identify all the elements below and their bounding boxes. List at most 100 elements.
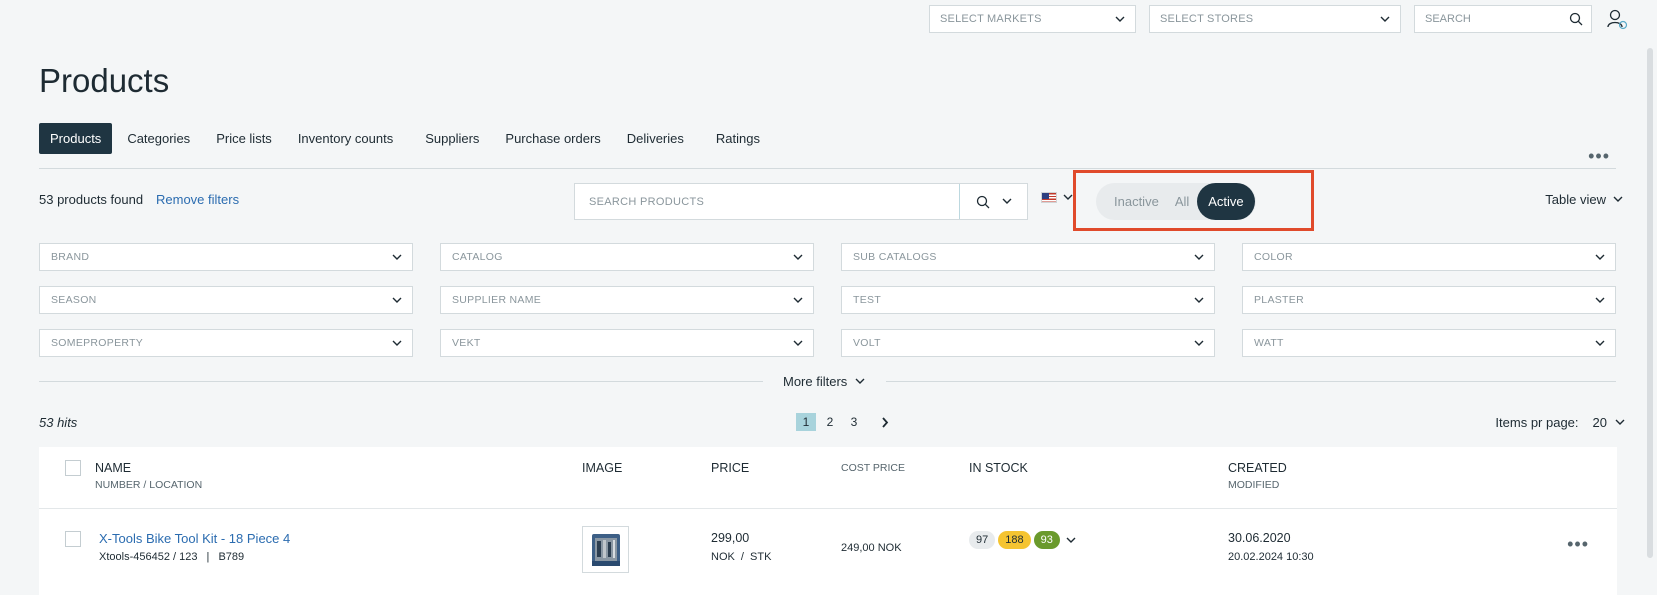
more-filters-label: More filters xyxy=(783,374,848,389)
product-name-link[interactable]: X-Tools Bike Tool Kit - 18 Piece 4 xyxy=(99,531,290,546)
chevron-down-icon xyxy=(1595,340,1605,346)
filter-label: CATALOG xyxy=(452,251,503,263)
tab-bar: Products Categories Price lists Inventor… xyxy=(39,123,775,154)
column-image: IMAGE xyxy=(582,461,623,475)
filter-watt[interactable]: WATT xyxy=(1242,329,1616,357)
page-title: Products xyxy=(39,62,170,99)
chevron-down-icon[interactable] xyxy=(1066,537,1076,544)
select-markets-placeholder: SELECT MARKETS xyxy=(940,13,1042,25)
page-link[interactable]: 3 xyxy=(844,413,864,431)
filter-plaster[interactable]: PLASTER xyxy=(1242,286,1616,314)
row-checkbox[interactable] xyxy=(65,531,81,547)
more-filters-button[interactable]: More filters xyxy=(783,374,865,389)
product-search-input[interactable]: SEARCH PRODUCTS xyxy=(575,184,959,219)
items-per-page: Items pr page: 20 xyxy=(1495,415,1625,430)
column-number-location: NUMBER / LOCATION xyxy=(95,479,203,491)
stock-badges[interactable]: 97 188 93 xyxy=(969,531,1076,549)
tab-ratings[interactable]: Ratings xyxy=(705,123,771,154)
highlight-annotation xyxy=(1073,170,1314,231)
filter-test[interactable]: TEST xyxy=(841,286,1215,314)
search-options-button[interactable] xyxy=(959,184,1027,219)
product-created: 30.06.2020 xyxy=(1228,531,1291,545)
column-cost-price[interactable]: COST PRICE xyxy=(841,462,905,474)
filter-label: PLASTER xyxy=(1254,294,1304,306)
tab-purchase-orders[interactable]: Purchase orders xyxy=(494,123,611,154)
filter-supplier-name[interactable]: SUPPLIER NAME xyxy=(440,286,814,314)
filter-label: TEST xyxy=(853,294,882,306)
product-number: Xtools-456452 / 123 xyxy=(99,551,198,563)
user-account-icon[interactable] xyxy=(1605,7,1629,31)
product-search-placeholder: SEARCH PRODUCTS xyxy=(589,195,705,208)
filter-label: SUPPLIER NAME xyxy=(452,294,542,306)
items-per-page-label: Items pr page: xyxy=(1495,415,1579,430)
filter-label: VEKT xyxy=(452,337,481,349)
next-page-icon[interactable] xyxy=(874,413,896,431)
tab-inventory-counts[interactable]: Inventory counts xyxy=(287,123,404,154)
tab-deliveries[interactable]: Deliveries xyxy=(616,123,695,154)
filter-someproperty[interactable]: SOMEPROPERTY xyxy=(39,329,413,357)
filter-grid: BRAND CATALOG SUB CATALOGS COLOR SEASON … xyxy=(39,243,1617,357)
tabs-divider xyxy=(39,168,1616,169)
filter-catalog[interactable]: CATALOG xyxy=(440,243,814,271)
chevron-down-icon[interactable] xyxy=(1615,419,1625,426)
chevron-down-icon xyxy=(1063,194,1073,200)
page-link[interactable]: 1 xyxy=(796,413,816,431)
chevron-down-icon xyxy=(1595,254,1605,260)
remove-filters-link[interactable]: Remove filters xyxy=(156,192,239,207)
pagination: 1 2 3 xyxy=(796,413,896,431)
product-image[interactable] xyxy=(582,526,629,573)
filter-season[interactable]: SEASON xyxy=(39,286,413,314)
tab-price-lists[interactable]: Price lists xyxy=(205,123,283,154)
chevron-down-icon xyxy=(793,340,803,346)
product-price: 299,00 xyxy=(711,531,750,545)
filter-label: COLOR xyxy=(1254,251,1293,263)
column-modified: MODIFIED xyxy=(1228,479,1280,491)
table-header: NAME NUMBER / LOCATION IMAGE PRICE COST … xyxy=(39,447,1617,509)
row-actions-icon[interactable]: ••• xyxy=(1567,535,1589,553)
filter-brand[interactable]: BRAND xyxy=(39,243,413,271)
filter-volt[interactable]: VOLT xyxy=(841,329,1215,357)
search-icon[interactable] xyxy=(1569,12,1583,26)
tab-products[interactable]: Products xyxy=(39,123,113,154)
page-link[interactable]: 2 xyxy=(820,413,840,431)
stock-badge: 93 xyxy=(1033,531,1060,549)
select-all-checkbox[interactable] xyxy=(65,460,81,476)
global-search-input[interactable]: SEARCH xyxy=(1414,5,1592,33)
product-price-unit: NOK / STK xyxy=(711,551,771,563)
chevron-down-icon xyxy=(1194,254,1204,260)
filter-sub-catalogs[interactable]: SUB CATALOGS xyxy=(841,243,1215,271)
select-markets-dropdown[interactable]: SELECT MARKETS xyxy=(929,5,1136,33)
column-in-stock[interactable]: IN STOCK xyxy=(969,461,1028,475)
chevron-down-icon xyxy=(1613,196,1623,202)
chevron-down-icon xyxy=(1194,340,1204,346)
tab-suppliers[interactable]: Suppliers xyxy=(414,123,490,154)
items-per-page-select[interactable]: 20 xyxy=(1593,415,1607,430)
divider xyxy=(886,381,1616,382)
column-created[interactable]: CREATED xyxy=(1228,461,1287,475)
hits-count: 53 hits xyxy=(39,415,78,430)
price-currency: NOK xyxy=(711,551,735,563)
column-price[interactable]: PRICE xyxy=(711,461,749,475)
page-scrollbar[interactable] xyxy=(1647,48,1653,558)
filter-label: BRAND xyxy=(51,251,90,263)
products-found-count: 53 products found xyxy=(39,192,144,207)
product-location: B789 xyxy=(218,551,245,563)
product-number-location: Xtools-456452 / 123 | B789 xyxy=(99,551,244,563)
filter-color[interactable]: COLOR xyxy=(1242,243,1616,271)
filter-label: SEASON xyxy=(51,294,97,306)
chevron-down-icon xyxy=(1115,16,1125,22)
chevron-down-icon xyxy=(1595,297,1605,303)
view-mode-select[interactable]: Table view xyxy=(1545,192,1623,207)
stock-badge: 188 xyxy=(998,531,1031,549)
language-select[interactable] xyxy=(1041,192,1073,203)
filter-label: WATT xyxy=(1254,337,1284,349)
column-name[interactable]: NAME xyxy=(95,461,131,475)
filter-vekt[interactable]: VEKT xyxy=(440,329,814,357)
chevron-down-icon xyxy=(793,297,803,303)
global-search-placeholder: SEARCH xyxy=(1425,13,1471,25)
more-options-icon[interactable]: ••• xyxy=(1588,147,1610,165)
select-stores-placeholder: SELECT STORES xyxy=(1160,13,1254,25)
tab-categories[interactable]: Categories xyxy=(116,123,201,154)
select-stores-dropdown[interactable]: SELECT STORES xyxy=(1149,5,1401,33)
unit-separator: / xyxy=(740,551,744,563)
